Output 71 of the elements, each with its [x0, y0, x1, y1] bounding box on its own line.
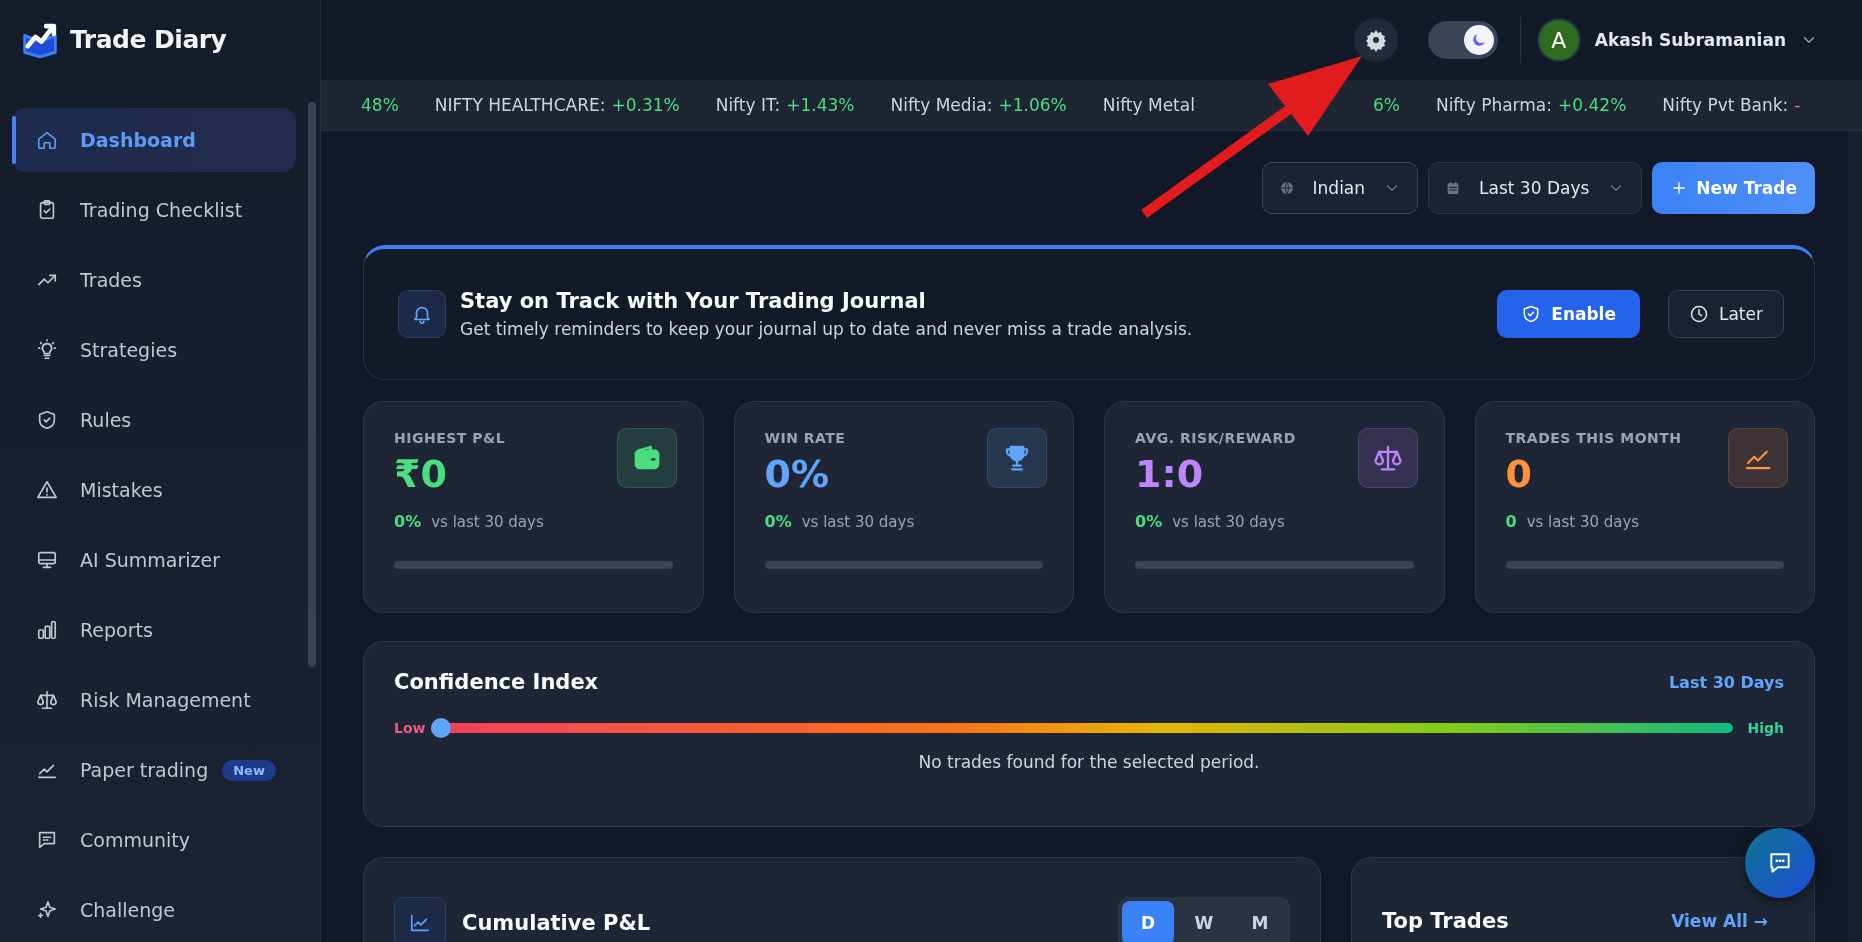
later-button[interactable]: Later: [1668, 290, 1784, 338]
ticker-item: NIFTY HEALTHCARE: +0.31%: [434, 95, 680, 115]
sparkles-icon: [36, 899, 58, 921]
ticker-item: Nifty IT: +1.43%: [715, 95, 855, 115]
stat-comparison: vs last 30 days: [431, 513, 544, 531]
house-icon: [36, 129, 58, 151]
card-title: Confidence Index: [394, 670, 599, 694]
ticker-item: Nifty Pvt Bank: -: [1662, 95, 1801, 115]
range-option[interactable]: W: [1178, 900, 1230, 942]
card-title: Top Trades: [1382, 908, 1510, 933]
sidebar-nav-item[interactable]: Strategies: [12, 318, 296, 382]
clock-icon: [1689, 304, 1709, 324]
lightbulb-icon: [36, 339, 58, 361]
stat-value: 1:0: [1135, 452, 1204, 496]
balance-scale-icon: [36, 689, 58, 711]
stat-label: AVG. RISK/REWARD: [1135, 430, 1296, 446]
warning-triangle-icon: [36, 479, 58, 501]
sidebar-nav-item[interactable]: Paper trading New: [12, 738, 296, 802]
stat-change: 0%: [1135, 512, 1163, 531]
sidebar-nav-item[interactable]: AI Summarizer: [12, 528, 296, 592]
range-option[interactable]: D: [1122, 900, 1174, 942]
sidebar-nav-item[interactable]: Risk Management: [12, 668, 296, 732]
ticker-item: 48%: [361, 95, 399, 115]
globe-icon: [1278, 180, 1295, 196]
stat-label: TRADES THIS MONTH: [1505, 430, 1682, 446]
stat-label: WIN RATE: [764, 430, 846, 446]
stat-value: ₹0: [394, 452, 447, 496]
monitor-icon: [36, 549, 58, 571]
card-title: Cumulative P&L: [462, 910, 652, 935]
ticker-item: Nifty Pharma: +0.42%: [1435, 95, 1627, 115]
reminder-text: Get timely reminders to keep your journal up to date and never miss a trade analysis.: [460, 319, 1194, 339]
settings-button[interactable]: [1353, 18, 1398, 62]
high-label: High: [1747, 720, 1784, 736]
stat-change: 0%: [764, 512, 792, 531]
sidebar-nav-item[interactable]: Community: [12, 808, 296, 872]
chat-bubble-icon: [1767, 850, 1793, 876]
stat-value: 0%: [764, 452, 829, 496]
bar-chart-icon: [36, 619, 58, 641]
sidebar-nav-item[interactable]: Trades: [12, 248, 296, 312]
stat-value: 0: [1505, 452, 1532, 496]
view-all-link[interactable]: View All →: [1665, 909, 1774, 932]
message-icon: [36, 829, 58, 851]
user-menu[interactable]: A Akash Subramanian: [1536, 18, 1818, 62]
stat-change: 0: [1505, 512, 1517, 531]
sidebar-nav-item[interactable]: Challenge: [12, 878, 296, 942]
ticker-item: Nifty Media: +1.06%: [890, 95, 1067, 115]
sidebar-nav-item[interactable]: Trading Checklist: [12, 178, 296, 242]
stat-change: 0%: [394, 512, 422, 531]
period-link[interactable]: Last 30 Days: [1668, 672, 1784, 692]
stat-comparison: vs last 30 days: [1172, 513, 1285, 531]
market-select[interactable]: Indian: [1261, 162, 1419, 214]
range-option[interactable]: M: [1234, 900, 1286, 942]
user-avatar: A: [1536, 18, 1581, 62]
sidebar-nav-item[interactable]: Rules: [12, 388, 296, 452]
low-label: Low: [394, 720, 426, 736]
empty-message: No trades found for the selected period.: [918, 752, 1260, 772]
theme-toggle[interactable]: [1427, 21, 1498, 59]
enable-button[interactable]: Enable: [1497, 290, 1640, 338]
stat-comparison: vs last 30 days: [1526, 513, 1640, 531]
period-select[interactable]: Last 30 Days: [1428, 162, 1643, 214]
reminder-title: Stay on Track with Your Trading Journal: [460, 289, 927, 313]
balance-scale-icon: [1372, 443, 1403, 473]
ticker-item: Nifty Metal 6%: [1102, 95, 1400, 115]
sidebar-nav-item[interactable]: Mistakes: [12, 458, 296, 522]
brand-name: Trade Diary: [70, 25, 227, 54]
sidebar-nav-item[interactable]: Dashboard: [12, 108, 296, 172]
stat-label: HIGHEST P&L: [394, 430, 506, 446]
shield-check-icon: [36, 409, 58, 431]
stat-comparison: vs last 30 days: [801, 513, 915, 531]
new-badge: New: [222, 759, 276, 781]
sidebar-nav-item[interactable]: Reports: [12, 598, 296, 662]
